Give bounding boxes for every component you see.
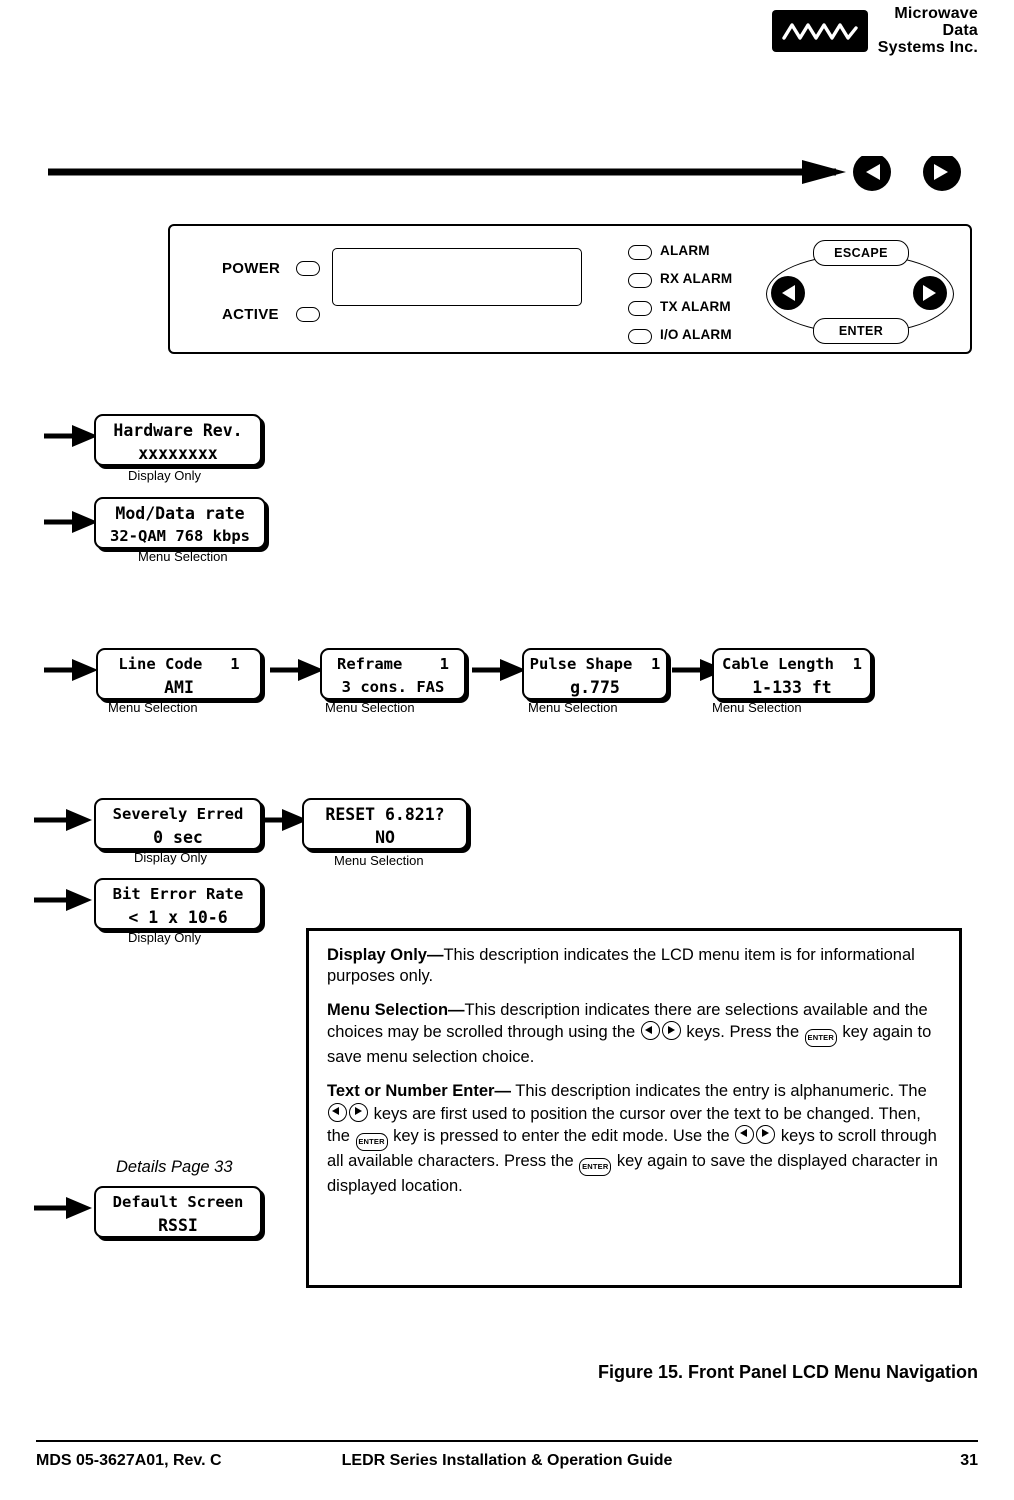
caption-reset-g821: Menu Selection: [334, 853, 424, 868]
alarm-label-1: RX ALARM: [660, 271, 733, 286]
flow-arrow-default-screen: [34, 1197, 92, 1219]
legend-text-number-enter: Text or Number Enter— This description i…: [327, 1081, 943, 1196]
front-panel-keypad: ESCAPE ENTER: [766, 240, 954, 346]
logo-wordmark: Microwave Data Systems Inc.: [877, 5, 978, 56]
lcd-line1: Severely Erred: [112, 805, 244, 823]
legend-menu-selection-title: Menu Selection—: [327, 1001, 465, 1020]
top-flow-arrow: [48, 156, 961, 191]
lcd-line1: Bit Error Rate: [112, 885, 244, 903]
power-led: [296, 261, 320, 276]
lcd-item-hardware-rev[interactable]: Hardware Rev. xxxxxxxx: [94, 414, 262, 466]
page-footer: MDS 05-3627A01, Rev. C LEDR Series Insta…: [36, 1452, 978, 1470]
right-arrow-icon: [349, 1102, 368, 1122]
footer-left: MDS 05-3627A01, Rev. C: [36, 1452, 222, 1469]
power-label: POWER: [222, 260, 281, 277]
caption-reframe: Menu Selection: [325, 700, 415, 715]
footer-divider: [36, 1440, 978, 1442]
lcd-item-reset-g821[interactable]: RESET 6.821? NO: [302, 798, 468, 850]
caption-cable-length: Menu Selection: [712, 700, 802, 715]
flow-arrow-severely-erred: [34, 809, 92, 831]
lcd-line2: 32-QAM 768 kbps: [110, 527, 250, 545]
left-arrow-icon: [640, 1021, 660, 1041]
lcd-item-mod-data-rate[interactable]: Mod/Data rate 32-QAM 768 kbps: [94, 497, 266, 549]
legend-text-enter-title: Text or Number Enter—: [327, 1082, 511, 1101]
logo-line-1: Microwave: [894, 5, 978, 22]
lcd-line1: Default Screen: [112, 1193, 244, 1211]
lcd-item-severely-erred[interactable]: Severely Erred 0 sec: [94, 798, 262, 850]
lcd-line1: RESET 6.821?: [325, 805, 445, 824]
right-arrow-icon: [756, 1124, 776, 1144]
caption-bit-error-rate: Display Only: [128, 930, 201, 945]
lcd-line1: Reframe 1: [337, 655, 449, 673]
lcd-item-default-screen[interactable]: Default Screen RSSI: [94, 1186, 262, 1238]
lcd-line2: AMI: [164, 678, 194, 697]
alarm-label-2: TX ALARM: [660, 299, 731, 314]
caption-mod-data-rate: Menu Selection: [138, 549, 228, 564]
mds-wave-logo-icon: [771, 10, 868, 53]
caption-severely-erred: Display Only: [134, 850, 207, 865]
mds-logo: Microwave Data Systems Inc.: [771, 5, 978, 56]
lcd-line1: Cable Length 1: [722, 655, 862, 673]
lcd-item-cable-length[interactable]: Cable Length 1 1-133 ft: [712, 648, 872, 700]
front-panel-graphic: POWER ACTIVE ALARM RX ALARM TX ALARM I/O…: [168, 224, 972, 354]
legend-menu-selection: Menu Selection—This description indicate…: [327, 1000, 943, 1068]
document-page: Microwave Data Systems Inc. POWER ACTIVE…: [0, 0, 1014, 1500]
flow-arrow-line-code: [44, 659, 98, 681]
active-label: ACTIVE: [222, 306, 279, 323]
caption-pulse-shape: Menu Selection: [528, 700, 618, 715]
lcd-line1: Line Code 1: [118, 655, 240, 673]
keypad-arrow-keys[interactable]: [766, 240, 952, 346]
lcd-line1: Pulse Shape 1: [529, 655, 661, 673]
active-led: [296, 307, 320, 322]
legend-box: Display Only— This description indicates …: [306, 928, 962, 1288]
lcd-line2: 3 cons. FAS: [341, 678, 445, 696]
lcd-line2: xxxxxxxx: [138, 444, 218, 463]
lcd-line1: Hardware Rev.: [113, 421, 243, 440]
caption-hardware-rev: Display Only: [128, 468, 201, 483]
tx-alarm-led: [628, 301, 652, 316]
legend-menu-selection-text-b: keys. Press the: [681, 1023, 804, 1042]
lcd-item-reframe[interactable]: Reframe 1 3 cons. FAS: [320, 648, 466, 700]
flow-arrow-bit-error-rate: [34, 889, 92, 911]
footer-page-number: 31: [960, 1452, 978, 1469]
details-page-note: Details Page 33: [116, 1158, 233, 1176]
alarm-label-0: ALARM: [660, 243, 710, 258]
lcd-line2: 1-133 ft: [752, 678, 832, 697]
lcd-item-pulse-shape[interactable]: Pulse Shape 1 g.775: [522, 648, 668, 700]
io-alarm-led: [628, 329, 652, 344]
lcd-line2: < 1 x 10-6: [128, 908, 228, 927]
caption-line-code: Menu Selection: [108, 700, 198, 715]
legend-display-only: Display Only—This description indicates …: [327, 945, 943, 987]
lcd-line1: Mod/Data rate: [115, 504, 245, 523]
lcd-line2: g.775: [570, 678, 620, 697]
figure-caption: Figure 15. Front Panel LCD Menu Navigati…: [597, 1362, 978, 1382]
legend-text-enter-a: This description indicates the entry is …: [510, 1082, 927, 1101]
alarm-label-3: I/O ALARM: [660, 327, 732, 342]
front-panel-lcd-window: [332, 248, 582, 306]
left-arrow-icon: [328, 1102, 347, 1122]
right-arrow-icon: [661, 1021, 681, 1041]
lcd-line2: RSSI: [158, 1216, 198, 1235]
lcd-item-line-code[interactable]: Line Code 1 AMI: [96, 648, 262, 700]
logo-line-3: Systems Inc.: [877, 38, 978, 56]
left-arrow-icon: [735, 1124, 755, 1144]
logo-line-2: Data: [942, 21, 978, 39]
lcd-item-bit-error-rate[interactable]: Bit Error Rate < 1 x 10-6: [94, 878, 262, 930]
enter-key-icon: ENTER: [355, 1132, 388, 1151]
wave-glyph-icon: [782, 23, 858, 40]
rx-alarm-led: [628, 273, 652, 288]
legend-display-only-title: Display Only—: [327, 946, 444, 964]
alarm-led: [628, 245, 652, 260]
enter-key-icon: ENTER: [579, 1157, 612, 1176]
legend-text-enter-c: key is pressed to enter the edit mode. U…: [388, 1126, 735, 1145]
footer-center: LEDR Series Installation & Operation Gui…: [341, 1452, 673, 1469]
lcd-line2: NO: [375, 828, 395, 847]
lcd-line2: 0 sec: [153, 828, 203, 847]
enter-key-icon: ENTER: [804, 1029, 837, 1048]
